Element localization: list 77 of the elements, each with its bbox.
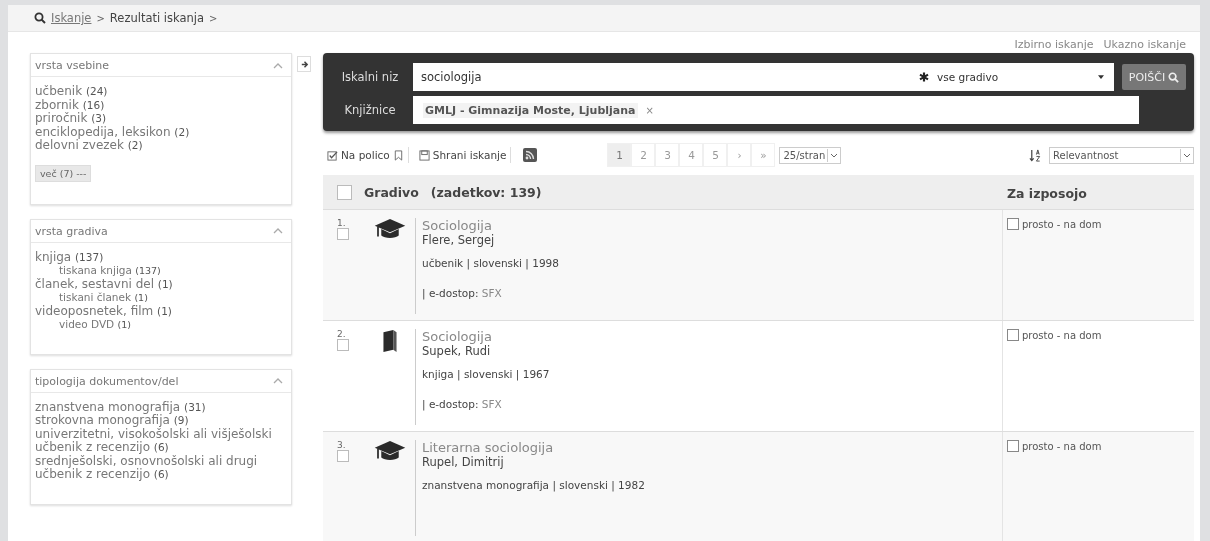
search-icon: [34, 12, 46, 24]
chevron-icon[interactable]: [273, 228, 283, 234]
facet-link[interactable]: video DVD (1): [35, 318, 287, 332]
facet-link[interactable]: srednješolski, osnovnošolski ali drugi učbenik z recenzijo (6): [35, 454, 287, 482]
search-icon: [1168, 71, 1180, 83]
availability-checkbox[interactable]: [1007, 329, 1019, 341]
facet-link[interactable]: tiskani članek (1): [35, 291, 287, 305]
facet-link[interactable]: delovni zvezek (2): [35, 139, 287, 153]
column-header: Za izposojo: [1007, 185, 1087, 201]
row-number: 2.: [337, 329, 347, 339]
facet-link[interactable]: učbenik (24): [35, 85, 287, 99]
search-field[interactable]: sociologija: [413, 63, 909, 91]
material-dropdown[interactable]: vse gradivo: [909, 63, 1114, 91]
facet-title: vrsta gradiva: [35, 224, 108, 238]
result-title[interactable]: Sociologija: [422, 329, 550, 344]
facet-link[interactable]: strokovna monografija (9): [35, 414, 287, 428]
sort-icon: [1029, 148, 1042, 162]
remove-tag-button[interactable]: ×: [645, 104, 654, 116]
result-author: Flere, Sergej: [422, 233, 496, 247]
search-button[interactable]: POIŠČI: [1122, 64, 1186, 90]
arrow-icon[interactable]: [299, 59, 309, 69]
facet-link[interactable]: knjiga (137): [35, 250, 287, 264]
sort-dropdown[interactable]: Relevantnost: [1049, 146, 1194, 164]
search-mode-link[interactable]: Izbirno iskanje: [1014, 38, 1094, 51]
page-button[interactable]: 1: [607, 143, 632, 167]
result-count: (zadetkov: 139): [430, 184, 542, 200]
rss-icon[interactable]: [523, 148, 538, 162]
facet-title: tipologija dokumentov/del: [35, 374, 179, 388]
result-meta: učbenik | slovenski | 1998: [422, 257, 559, 269]
chevron-icon[interactable]: [273, 378, 283, 384]
breadcrumb-separator: >: [96, 12, 105, 24]
result-meta: knjiga | slovenski | 1967: [422, 368, 550, 380]
caret-icon: [1098, 75, 1104, 79]
row-number: 1.: [337, 218, 347, 228]
asterisk-icon: [919, 72, 929, 82]
facet-link[interactable]: videoposnetek, film (1): [35, 304, 287, 318]
availability-status: prosto - na dom: [1022, 218, 1102, 230]
checkbox-icon: [327, 149, 338, 161]
select-all-checkbox[interactable]: [337, 184, 352, 200]
chevron-down-icon: [1180, 148, 1193, 162]
facet-title: vrsta vsebine: [35, 59, 110, 72]
access-label: | e-dostop:: [422, 287, 479, 299]
access-label: | e-dostop:: [422, 398, 479, 410]
availability-checkbox[interactable]: [1007, 218, 1019, 230]
facet-link[interactable]: zbornik (16): [35, 98, 287, 112]
breadcrumb-link[interactable]: Iskanje: [51, 11, 92, 25]
availability-status: prosto - na dom: [1022, 329, 1102, 341]
column-header: Gradivo: [364, 184, 419, 200]
access-link[interactable]: SFX: [481, 287, 502, 299]
row-checkbox[interactable]: [337, 339, 349, 351]
search-mode-link[interactable]: Ukazno iskanje: [1103, 38, 1186, 51]
breadcrumb-separator: >: [209, 12, 218, 24]
result-author: Supek, Rudi: [422, 344, 492, 358]
row-checkbox[interactable]: [337, 450, 349, 462]
per-page-dropdown[interactable]: 25/stran: [779, 146, 842, 164]
breadcrumb-current: Rezultati iskanja: [109, 11, 205, 25]
more-button[interactable]: več (7) ---: [35, 164, 92, 182]
availability-checkbox[interactable]: [1007, 440, 1019, 452]
row-checkbox[interactable]: [337, 228, 349, 240]
field-label: Iskalni niz: [340, 70, 400, 84]
facet-link[interactable]: enciklopedija, leksikon (2): [35, 125, 287, 139]
facet-link[interactable]: članek, sestavni del (1): [35, 277, 287, 291]
bookmark-icon: [392, 149, 404, 161]
result-title[interactable]: Literarna sociologija: [422, 440, 645, 455]
facet-link[interactable]: univerzitetni, visokošolski ali višješolski učbenik z recenzijo (6): [35, 427, 287, 455]
facet-link[interactable]: tiskana knjiga (137): [35, 264, 287, 278]
row-number: 3.: [337, 440, 347, 450]
facet-link[interactable]: priročnik (3): [35, 112, 287, 126]
result-meta: znanstvena monografija | slovenski | 1982: [422, 479, 645, 491]
result-author: Rupel, Dimitrij: [422, 455, 505, 469]
availability-status: prosto - na dom: [1022, 440, 1102, 452]
field-label: Knjižnice: [343, 103, 397, 117]
access-link[interactable]: SFX: [481, 398, 502, 410]
library-field[interactable]: GMLJ - Gimnazija Moste, Ljubljana ×: [413, 96, 1139, 124]
chevron-icon[interactable]: [273, 62, 283, 69]
facet-link[interactable]: znanstvena monografija (31): [35, 400, 287, 414]
library-tag: GMLJ - Gimnazija Moste, Ljubljana: [423, 102, 638, 118]
